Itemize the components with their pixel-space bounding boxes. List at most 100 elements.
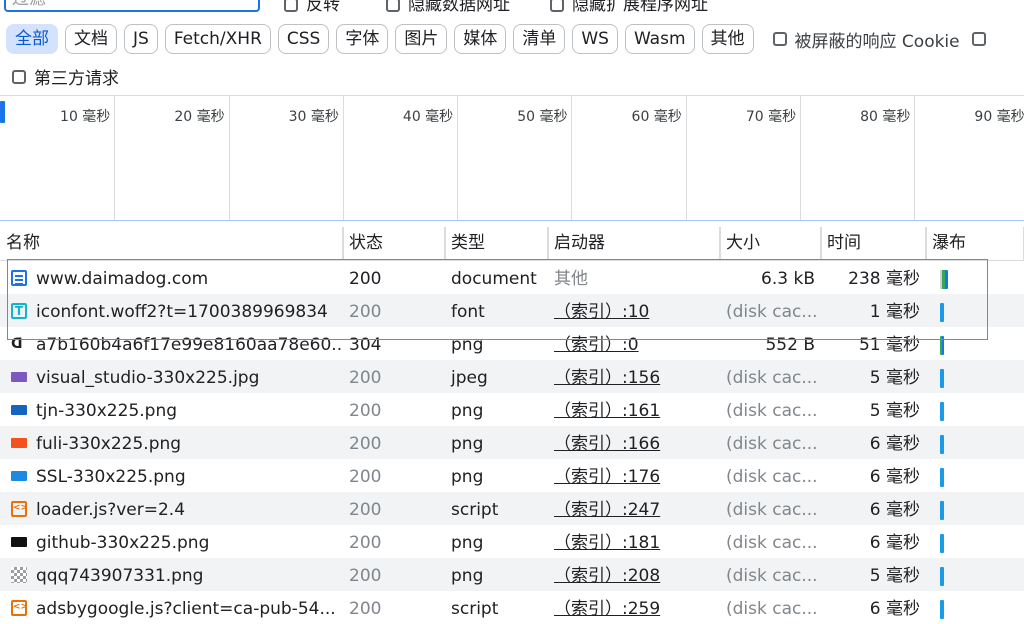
qr-thumbnail-icon xyxy=(11,567,27,583)
cell-time: 6 毫秒 xyxy=(869,467,920,487)
cell-time: 51 毫秒 xyxy=(858,335,920,355)
filter-chip-8[interactable]: 清单 xyxy=(513,24,566,54)
hide-extension-urls-checkbox[interactable]: 隐藏扩展程序网址 xyxy=(550,0,708,15)
timeline-tick-label: 40 毫秒 xyxy=(402,109,454,125)
cell-type: script xyxy=(451,599,499,619)
cell-name: loader.js?ver=2.4 xyxy=(36,500,186,520)
timeline-tick-label: 10 毫秒 xyxy=(60,109,111,125)
waterfall-bar xyxy=(940,435,944,454)
timeline-overview[interactable]: 10 毫秒 20 毫秒 30 毫秒 40 毫秒 50 毫秒 60 毫秒 70 毫秒 80 毫秒… xyxy=(0,95,1024,221)
hide-data-urls-checkbox[interactable]: 隐藏数据网址 xyxy=(386,0,510,15)
image-thumbnail-icon xyxy=(11,405,27,415)
cell-status: 200 xyxy=(349,434,382,454)
column-header-size[interactable]: 大小 xyxy=(720,227,821,260)
cell-status: 200 xyxy=(349,401,382,421)
filter-chip-5[interactable]: 字体 xyxy=(336,24,389,54)
timeline-tick-label: 30 毫秒 xyxy=(288,109,339,125)
initiator-link[interactable]: （索引）:161 xyxy=(548,393,720,426)
cell-name: fuli-330x225.png xyxy=(36,434,182,454)
cell-size: (disk cac... xyxy=(726,434,818,454)
table-row[interactable]: tjn-330x225.png 200 png （索引）:161 (disk cac..… xyxy=(0,393,1024,426)
cell-name: www.daimadog.com xyxy=(36,269,209,289)
cell-time: 5 毫秒 xyxy=(869,566,920,586)
initiator-link[interactable]: （索引）:259 xyxy=(548,591,720,624)
table-row[interactable]: loader.js?ver=2.4 <> 200 script （索引）:247 (dis… xyxy=(0,492,1024,525)
cell-type: png xyxy=(451,566,484,586)
table-row[interactable]: qqq743907331.png 200 png （索引）:208 (disk cac.… xyxy=(0,558,1024,591)
cell-name: iconfont.woff2?t=1700389969834 xyxy=(36,302,328,322)
column-header-time[interactable]: 时间 xyxy=(821,227,926,260)
blocked-cookies-checkbox[interactable]: 被屏蔽的响应 Cookie xyxy=(772,27,960,52)
filter-chip-6[interactable]: 图片 xyxy=(395,24,448,54)
cell-type: font xyxy=(451,302,485,322)
initiator-link[interactable]: （索引）:166 xyxy=(548,426,720,459)
initiator-link[interactable]: （索引）:208 xyxy=(548,558,720,591)
initiator-link[interactable]: （索引）:247 xyxy=(548,492,720,525)
checkbox-icon xyxy=(971,32,986,46)
filter-chip-10[interactable]: Wasm xyxy=(624,24,695,54)
document-icon xyxy=(11,270,27,286)
cell-type: png xyxy=(451,335,484,355)
cell-type: png xyxy=(451,434,484,454)
filter-chip-9[interactable]: WS xyxy=(572,24,618,54)
initiator-link[interactable]: （索引）:176 xyxy=(548,459,720,492)
more-checkbox[interactable] xyxy=(971,32,994,46)
cell-time: 5 毫秒 xyxy=(869,368,920,388)
filter-chip-0[interactable]: 全部 xyxy=(6,24,58,54)
timeline-tick: 20 毫秒 xyxy=(114,96,230,220)
column-header-name[interactable]: 名称 xyxy=(0,227,343,260)
table-row[interactable]: www.daimadog.com 200 document 其他 6.3 kB 238 毫… xyxy=(0,261,1024,294)
cell-size: (disk cac... xyxy=(726,368,818,388)
table-row[interactable]: fuli-330x225.png 200 png （索引）:166 (disk cac.… xyxy=(0,426,1024,459)
table-row[interactable]: github-330x225.png 200 png （索引）:181 (disk ca… xyxy=(0,525,1024,558)
timeline-tick-label: 70 毫秒 xyxy=(745,109,797,125)
table-row[interactable]: a7b160b4a6f17e99e8160aa78e60... ᗡ 304 png （索… xyxy=(0,327,1024,360)
table-row[interactable]: adsbygoogle.js?client=ca-pub-54... <> 200 s… xyxy=(0,591,1024,624)
filter-chip-7[interactable]: 媒体 xyxy=(454,24,507,54)
cell-status: 200 xyxy=(349,533,382,553)
waterfall-bar xyxy=(940,369,944,388)
filter-chip-4[interactable]: CSS xyxy=(277,24,330,54)
timeline-tick-label: 20 毫秒 xyxy=(174,109,225,125)
third-party-checkbox[interactable]: 第三方请求 xyxy=(12,64,119,89)
hide-extension-urls-label: 隐藏扩展程序网址 xyxy=(572,0,708,15)
invert-label: 反转 xyxy=(306,0,340,15)
table-header: 名称 状态 类型 启动器 大小 时间 瀑布 xyxy=(0,227,1024,261)
initiator-link[interactable]: （索引）:10 xyxy=(548,294,720,327)
cell-name: tjn-330x225.png xyxy=(36,401,178,421)
filter-chip-3[interactable]: Fetch/XHR xyxy=(164,24,271,54)
cell-time: 6 毫秒 xyxy=(869,599,920,619)
column-header-status[interactable]: 状态 xyxy=(343,227,445,260)
timeline-tick: 70 毫秒 xyxy=(686,96,802,220)
waterfall-bar xyxy=(940,468,944,487)
column-header-type[interactable]: 类型 xyxy=(445,227,548,260)
filter-input[interactable]: 过滤 xyxy=(4,0,260,12)
cell-type: script xyxy=(451,500,499,520)
table-row[interactable]: iconfont.woff2?t=1700389969834 T 200 font （索… xyxy=(0,294,1024,327)
toolbar-row: 过滤 反转 隐藏数据网址 隐藏扩展程序网址 xyxy=(0,0,1024,16)
cell-status: 200 xyxy=(349,599,382,619)
filter-chip-2[interactable]: JS xyxy=(124,24,158,54)
waterfall-bar xyxy=(940,501,944,520)
table-row[interactable]: SSL-330x225.png 200 png （索引）:176 (disk cac..… xyxy=(0,459,1024,492)
checkbox-icon xyxy=(12,69,26,84)
timeline-tick: 30 毫秒 xyxy=(229,96,344,220)
initiator-link[interactable]: （索引）:181 xyxy=(548,525,720,558)
third-party-label: 第三方请求 xyxy=(34,69,119,89)
cell-time: 238 毫秒 xyxy=(848,269,920,289)
cell-size: (disk cac... xyxy=(726,467,818,487)
waterfall-bar xyxy=(940,303,944,322)
cell-size: (disk cac... xyxy=(726,302,818,322)
cell-size: 552 B xyxy=(765,335,815,355)
column-header-waterfall[interactable]: 瀑布 xyxy=(926,227,1024,260)
table-row[interactable]: visual_studio-330x225.jpg 200 jpeg （索引）:156… xyxy=(0,360,1024,393)
initiator-link[interactable]: （索引）:156 xyxy=(548,360,720,393)
font-icon: T xyxy=(11,303,27,319)
filter-chip-11[interactable]: 其他 xyxy=(701,24,754,54)
cell-type: png xyxy=(451,533,484,553)
invert-checkbox[interactable]: 反转 xyxy=(284,0,340,15)
waterfall-bar xyxy=(940,270,948,289)
column-header-initiator[interactable]: 启动器 xyxy=(548,227,720,260)
filter-chip-1[interactable]: 文档 xyxy=(65,24,117,54)
initiator-link[interactable]: （索引）:0 xyxy=(548,327,720,360)
